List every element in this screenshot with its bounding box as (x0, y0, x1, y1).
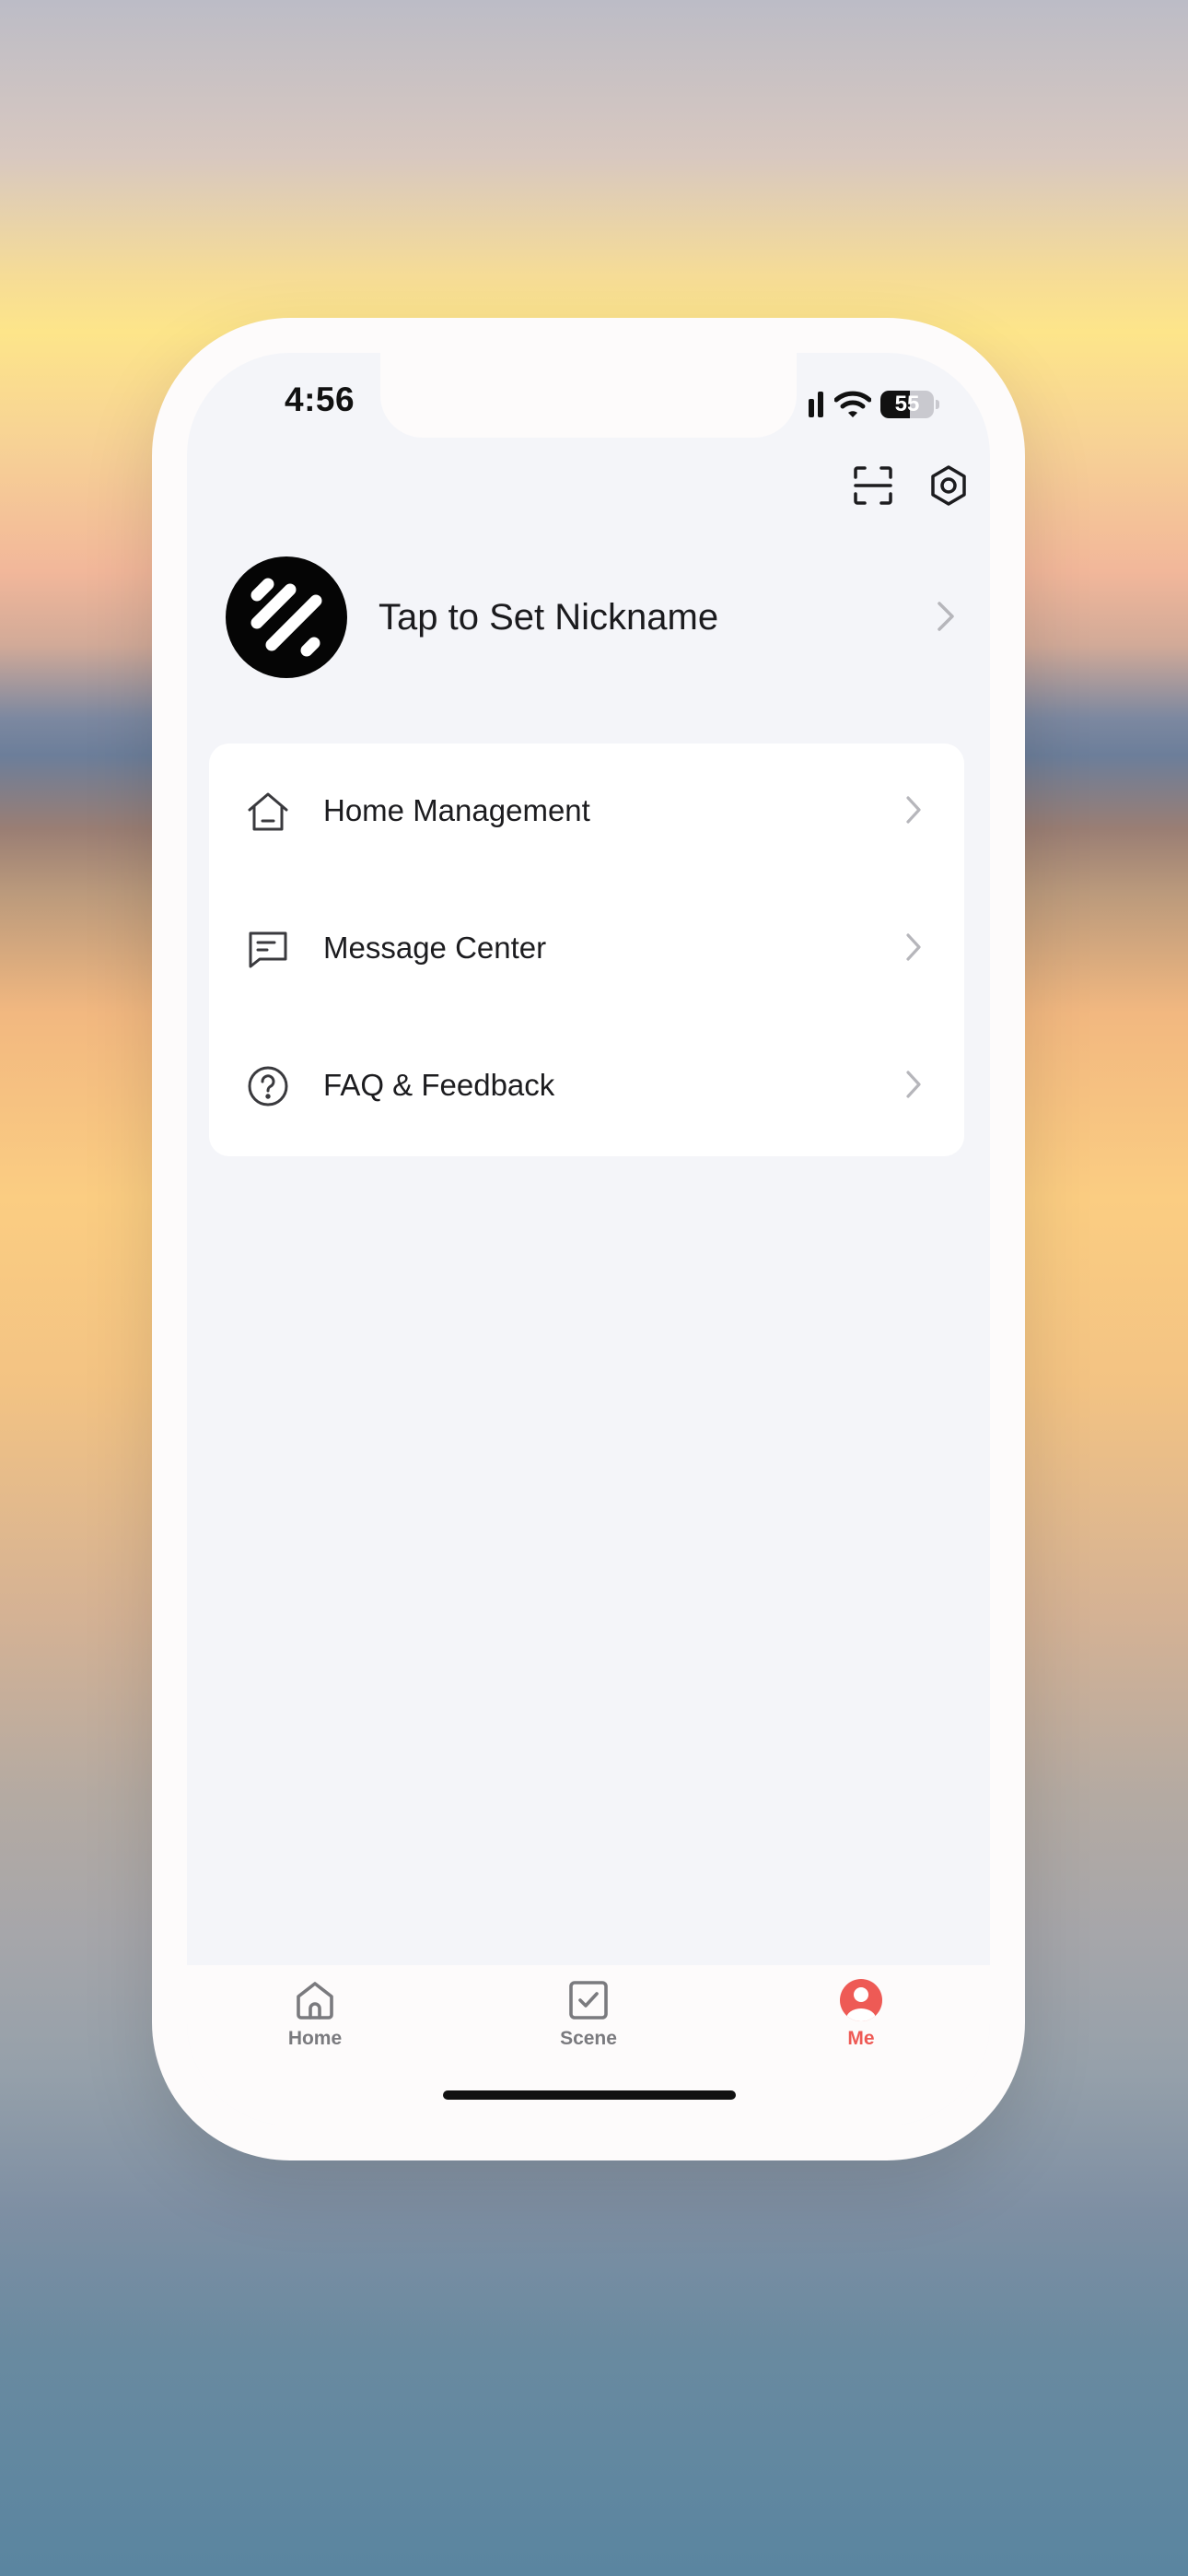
battery-percentage: 55 (894, 392, 920, 416)
device-notch (380, 353, 797, 438)
wifi-icon (834, 391, 871, 417)
chevron-right-icon (906, 796, 921, 824)
menu-card: Home Management Message Center FAQ & Fee… (209, 744, 964, 1156)
battery-tip (936, 400, 939, 409)
menu-item-message-center[interactable]: Message Center (209, 881, 964, 1018)
chevron-right-icon (906, 1071, 921, 1098)
home-indicator (443, 2090, 736, 2100)
chevron-right-icon (938, 602, 954, 631)
home-icon (297, 1982, 333, 2020)
phone-frame: 4:56 55 Tap to Set Nickname Home Managem… (152, 318, 1025, 2160)
tab-label: Scene (560, 2028, 617, 2049)
nickname-prompt[interactable]: Tap to Set Nickname (379, 597, 718, 638)
app-screen: 4:56 55 Tap to Set Nickname Home Managem… (187, 353, 990, 2125)
tab-bar: Home Scene Me (187, 1965, 990, 2125)
status-time: 4:56 (285, 381, 355, 418)
checkbox-icon (569, 1981, 608, 2020)
tab-label: Home (287, 2028, 343, 2049)
scan-button[interactable] (847, 460, 899, 511)
tab-me[interactable]: Me (806, 1965, 916, 2067)
scan-icon (854, 466, 892, 505)
tab-label: Me (847, 2028, 875, 2049)
avatar[interactable] (226, 556, 347, 678)
question-icon (248, 1066, 288, 1107)
tab-scene[interactable]: Scene (533, 1965, 644, 2067)
tab-home[interactable]: Home (260, 1965, 370, 2067)
menu-item-label: Home Management (323, 793, 590, 827)
menu-item-home-management[interactable]: Home Management (209, 744, 964, 881)
profile-header[interactable]: Tap to Set Nickname (187, 556, 990, 685)
status-icons: 55 (809, 386, 939, 423)
avatar-logo-icon (250, 578, 322, 657)
battery-indicator: 55 (880, 391, 934, 418)
menu-item-label: FAQ & Feedback (323, 1068, 555, 1102)
settings-button[interactable] (923, 460, 974, 511)
chevron-right-icon (906, 933, 921, 961)
person-icon (840, 1979, 882, 2021)
menu-item-label: Message Center (323, 931, 547, 965)
cellular-signal-icon (809, 392, 823, 417)
menu-item-faq-feedback[interactable]: FAQ & Feedback (209, 1018, 964, 1155)
message-icon (249, 931, 287, 968)
house-icon (248, 792, 288, 831)
settings-icon (931, 465, 966, 506)
